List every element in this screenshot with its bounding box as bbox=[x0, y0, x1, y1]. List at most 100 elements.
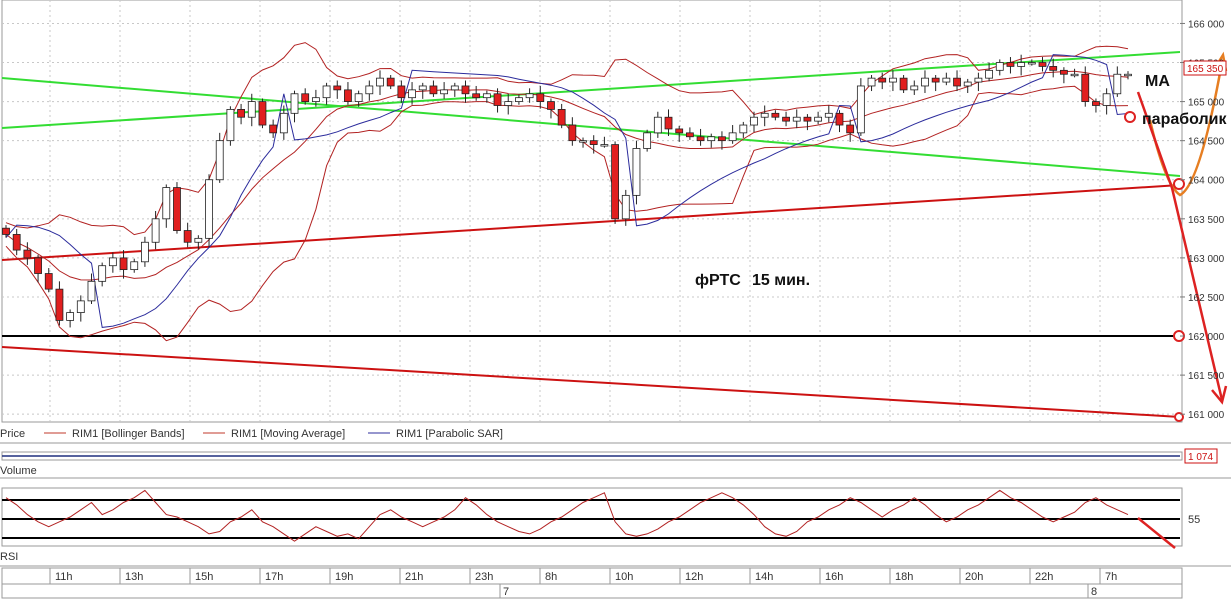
candle-down bbox=[1092, 101, 1100, 106]
candle-up bbox=[525, 93, 534, 99]
candle-up bbox=[1070, 73, 1079, 77]
candle-up bbox=[322, 85, 331, 99]
candle-up bbox=[87, 280, 96, 302]
candle-down bbox=[23, 249, 32, 259]
candle-down bbox=[846, 124, 855, 134]
x-tick-label: 18h bbox=[895, 571, 913, 583]
candle-up bbox=[311, 97, 320, 102]
candle-up bbox=[76, 300, 85, 313]
candle-up bbox=[632, 148, 641, 196]
x-tick-label: 7h bbox=[1105, 571, 1117, 583]
candle-down bbox=[696, 136, 705, 142]
candle-up bbox=[98, 265, 107, 282]
candle-down bbox=[1081, 73, 1090, 102]
y-tick-label: 161 500 bbox=[1188, 371, 1225, 382]
candle-down bbox=[547, 101, 555, 110]
candle-up bbox=[482, 93, 491, 99]
candle-up bbox=[653, 116, 662, 134]
candle-down bbox=[237, 109, 245, 118]
candle-up bbox=[515, 97, 523, 102]
candle-down bbox=[803, 116, 812, 122]
candle-up bbox=[151, 218, 160, 243]
candle-down bbox=[493, 93, 502, 106]
candle-down bbox=[589, 140, 598, 145]
candle-up bbox=[354, 93, 363, 102]
candle-down bbox=[386, 77, 395, 87]
candle-down bbox=[1049, 66, 1058, 71]
x-tick-label: 19h bbox=[335, 571, 353, 583]
candle-down bbox=[1059, 69, 1068, 75]
candle-up bbox=[985, 69, 993, 79]
last-price-label: 165 350 bbox=[1187, 64, 1224, 75]
price-chart: МА параболик фРТС 15 мин. 161 000 161 500… bbox=[0, 0, 1231, 599]
x-tick-label: 14h bbox=[755, 571, 773, 583]
candle-up bbox=[450, 85, 459, 91]
candle-up bbox=[750, 116, 758, 126]
candle-down bbox=[119, 257, 128, 271]
candle-up bbox=[108, 257, 117, 267]
candle-up bbox=[162, 187, 171, 220]
y-tick-label: 164 000 bbox=[1188, 176, 1225, 187]
marker-parabolic bbox=[1124, 111, 1136, 123]
candle-down bbox=[34, 257, 42, 274]
candle-down bbox=[429, 85, 438, 95]
x-tick-label: 20h bbox=[965, 571, 983, 583]
candle-up bbox=[814, 116, 823, 122]
candle-down bbox=[183, 230, 192, 243]
date-label: 8 bbox=[1091, 586, 1097, 598]
legend-parabolic-sar: RIM1 [Parabolic SAR] bbox=[396, 428, 503, 440]
candle-down bbox=[397, 85, 406, 99]
time-x-axis: 11h 13h 15h 17h 19h 21h 23h 8h 10h 12h 14h 16h 18h 20… bbox=[1, 567, 1183, 599]
x-tick-label: 17h bbox=[265, 571, 283, 583]
y-tick-label: 163 500 bbox=[1188, 215, 1225, 226]
candle-down bbox=[173, 187, 181, 231]
candle-up bbox=[1113, 73, 1122, 95]
candle-up bbox=[247, 101, 256, 118]
candle-down bbox=[301, 93, 310, 102]
candle-down bbox=[675, 128, 684, 134]
candle-up bbox=[440, 89, 449, 95]
y-tick-label: 162 000 bbox=[1188, 332, 1225, 343]
x-tick-label: 23h bbox=[475, 571, 493, 583]
candle-up bbox=[867, 77, 876, 87]
candle-up bbox=[995, 62, 1004, 71]
candle-up bbox=[824, 112, 833, 118]
candle-down bbox=[12, 234, 21, 251]
candle-up bbox=[141, 241, 149, 263]
time-axis-hours-row bbox=[1, 567, 1183, 585]
candle-down bbox=[44, 273, 53, 290]
candle-down bbox=[664, 116, 673, 130]
candle-up bbox=[1102, 93, 1111, 106]
candle-down bbox=[55, 288, 64, 321]
time-axis-dates-row bbox=[1, 583, 1183, 599]
candle-down bbox=[1006, 62, 1015, 67]
candle-up bbox=[290, 93, 299, 114]
y-tick-label: 166 000 bbox=[1188, 19, 1225, 30]
candle-up bbox=[963, 81, 972, 87]
y-tick-label: 161 000 bbox=[1188, 410, 1225, 421]
candle-down bbox=[269, 124, 278, 134]
rsi-tick-55: 55 bbox=[1188, 514, 1200, 526]
x-tick-label: 21h bbox=[405, 571, 423, 583]
candle-up bbox=[643, 132, 652, 149]
candle-down bbox=[344, 89, 352, 102]
candle-up bbox=[1124, 73, 1132, 77]
annotation-ma: МА bbox=[1145, 73, 1170, 90]
candle-up bbox=[504, 101, 513, 106]
candle-down bbox=[953, 77, 961, 87]
candle-down bbox=[1038, 62, 1047, 67]
candle-down bbox=[333, 85, 342, 91]
candle-up bbox=[707, 136, 716, 142]
volume-value-label: 1 074 bbox=[1188, 452, 1213, 463]
x-tick-label: 11h bbox=[55, 571, 73, 583]
candle-down bbox=[685, 132, 694, 138]
volume-label: Volume bbox=[0, 465, 37, 477]
x-tick-label: 12h bbox=[685, 571, 703, 583]
rsi-label: RSI bbox=[0, 551, 18, 563]
candle-up bbox=[792, 116, 801, 122]
candle-up bbox=[1017, 62, 1026, 67]
candle-up bbox=[739, 124, 748, 134]
timeframe-label: 15 мин. bbox=[752, 272, 810, 289]
x-tick-label: 10h bbox=[615, 571, 633, 583]
legend-price: Price bbox=[0, 428, 25, 440]
